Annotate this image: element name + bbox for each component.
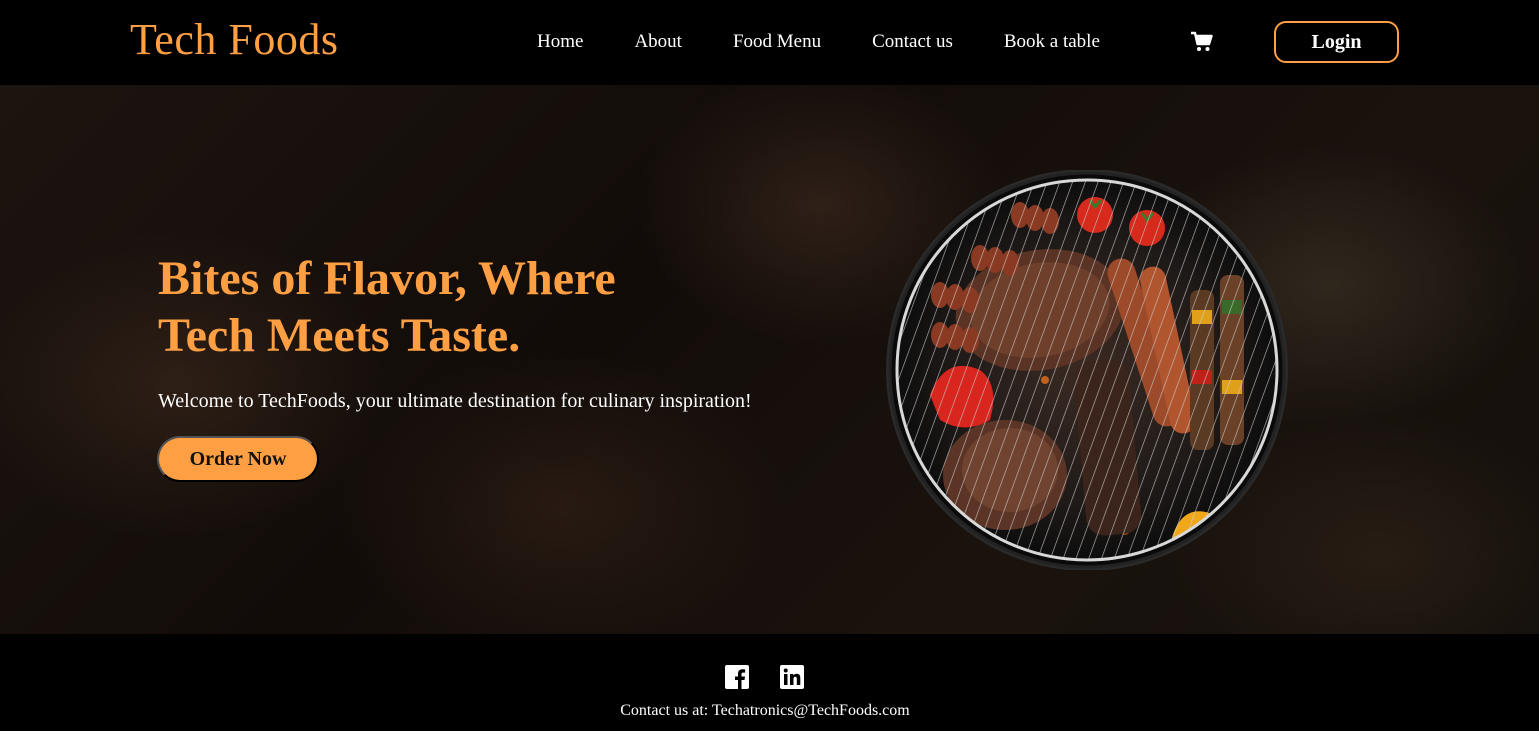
hero-section: Bites of Flavor, Where Tech Meets Taste.… (0, 85, 1539, 634)
contact-prefix: Contact us at: (620, 702, 709, 719)
footer: Contact us at: Techatronics@TechFoods.co… (0, 634, 1539, 731)
login-button[interactable]: Login (1274, 21, 1399, 63)
nav-contact-link[interactable]: Contact us (872, 31, 953, 53)
hero-subtitle: Welcome to TechFoods, your ultimate dest… (158, 390, 752, 412)
order-now-button[interactable]: Order Now (157, 436, 319, 482)
brand-logo[interactable]: Tech Foods (130, 14, 338, 65)
hero-title-line2: Tech Meets Taste. (158, 309, 521, 362)
nav-about-link[interactable]: About (634, 31, 682, 53)
contact-email[interactable]: Techatronics@TechFoods.com (712, 702, 910, 719)
contact-line: Contact us at: Techatronics@TechFoods.co… (0, 702, 1530, 720)
navbar: Tech Foods Home About Food Menu Contact … (0, 0, 1539, 85)
shopping-cart-icon[interactable] (1190, 30, 1214, 54)
facebook-icon[interactable] (725, 665, 749, 689)
nav-food-menu-link[interactable]: Food Menu (733, 31, 821, 53)
hero-title-line1: Bites of Flavor, Where (158, 252, 616, 305)
hero-title: Bites of Flavor, Where Tech Meets Taste. (158, 250, 718, 364)
nav-book-table-link[interactable]: Book a table (1004, 31, 1100, 53)
linkedin-icon[interactable] (780, 665, 804, 689)
grill-with-meats-image (885, 169, 1289, 571)
nav-home-link[interactable]: Home (537, 31, 583, 53)
nav-links: Home About Food Menu Contact us Book a t… (537, 31, 1151, 53)
